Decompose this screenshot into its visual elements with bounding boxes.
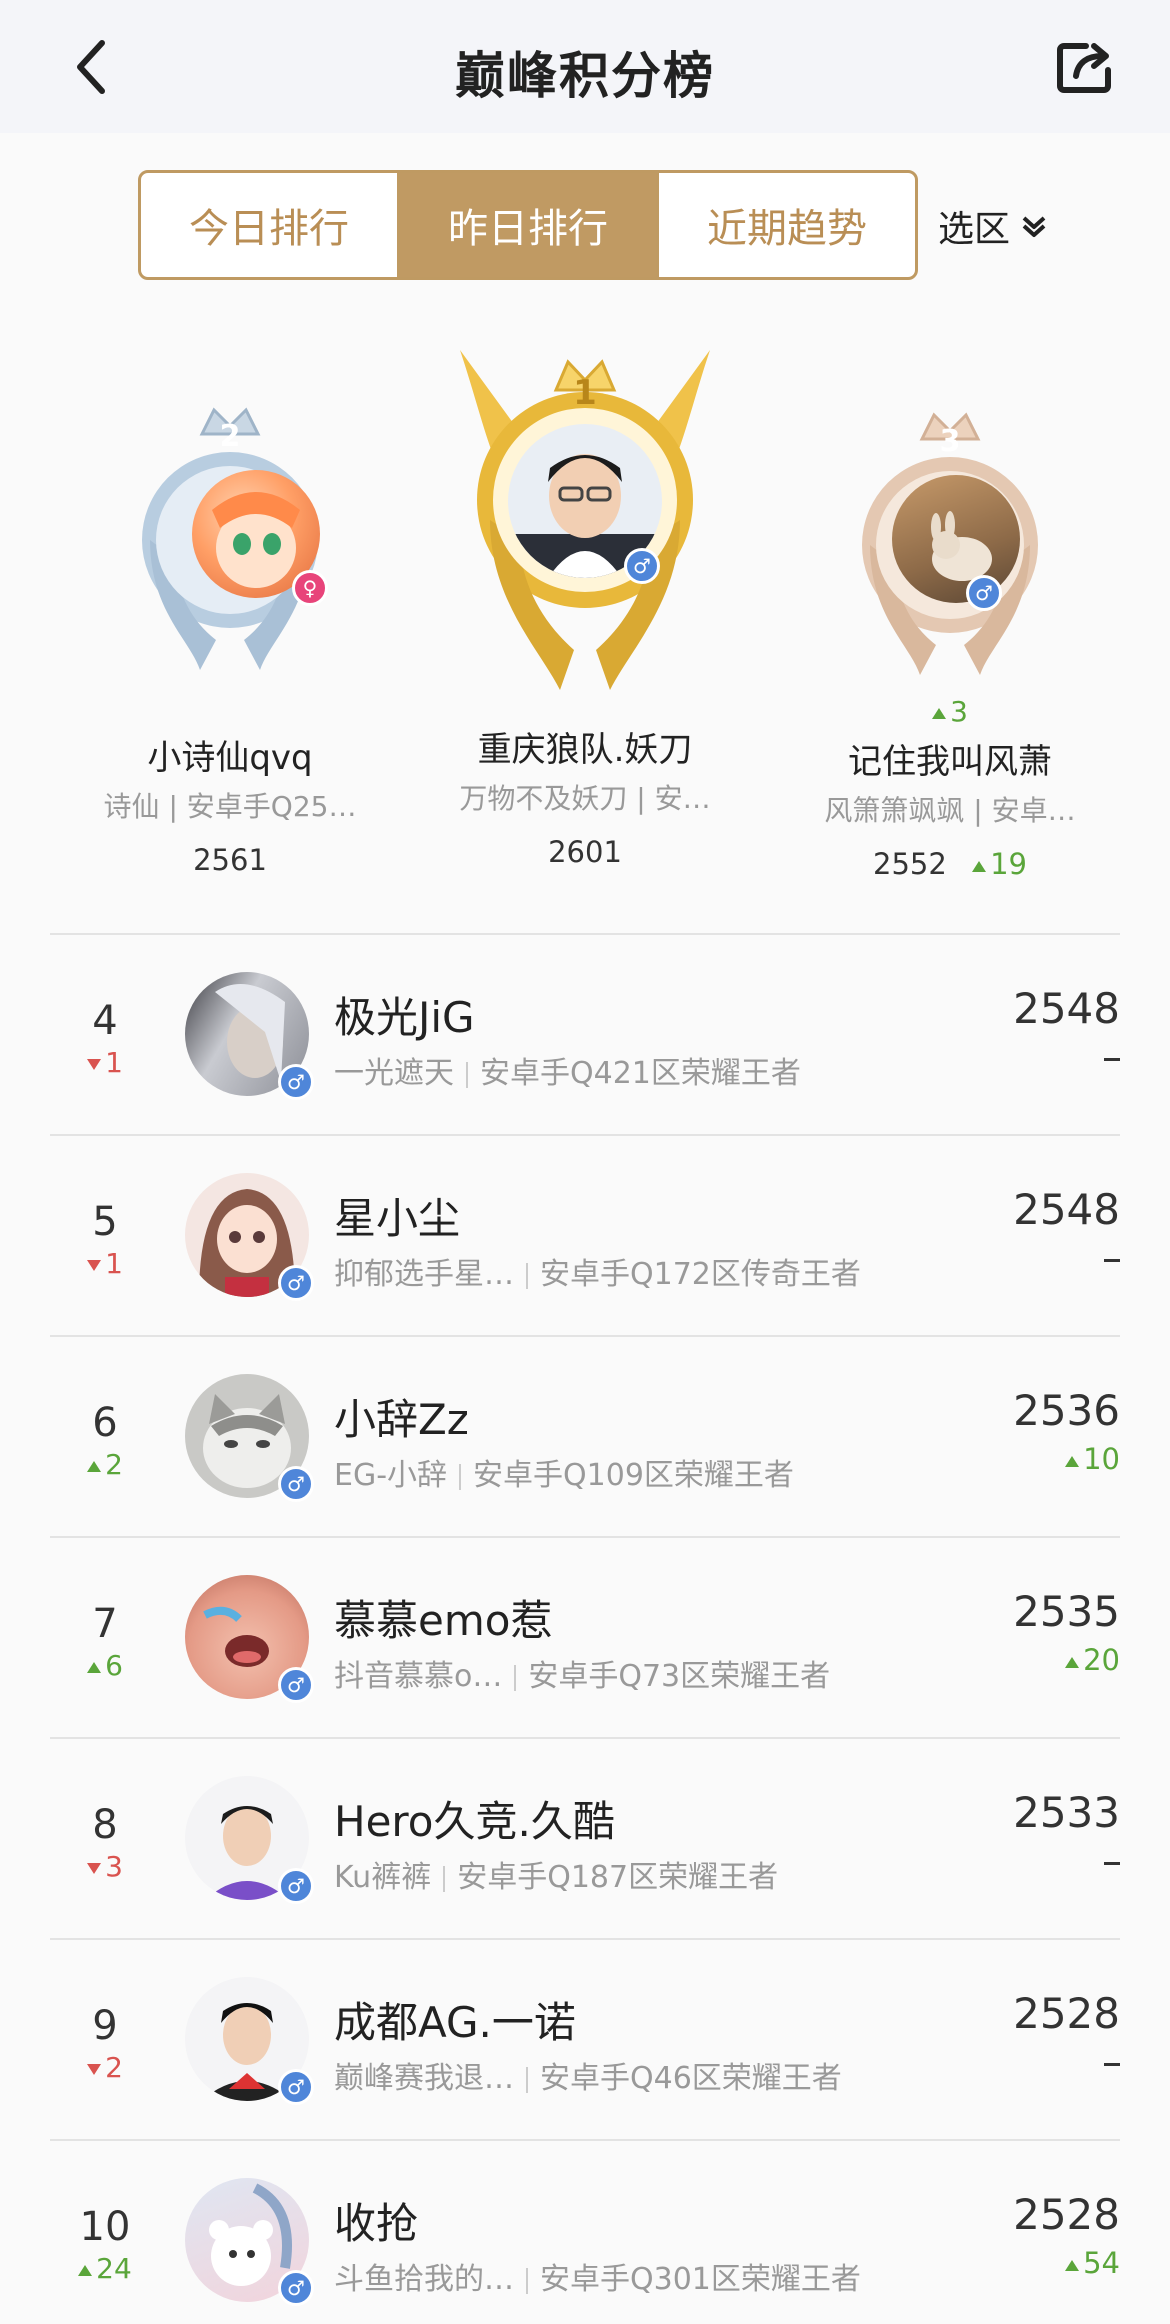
rank-number: 9 [92, 2003, 118, 2049]
rank-number: 5 [92, 1199, 118, 1245]
player-name: Hero久竞.久酷 [334, 1797, 615, 1846]
male-icon: ♂ [278, 2069, 314, 2105]
arrow-up-icon [78, 2264, 93, 2276]
player-score: 2528 [1013, 1989, 1120, 2038]
podium-score: 2561 [193, 843, 267, 877]
arrow-down-icon [87, 1058, 102, 1070]
top-bar: 巅峰积分榜 [0, 0, 1170, 133]
page-title: 巅峰积分榜 [455, 47, 715, 105]
player-info: 抑郁选手星… 安卓手Q172区传奇王者 [334, 1257, 861, 1292]
rank-change-down: 3 [60, 1850, 150, 1883]
podium-subtitle: 万物不及妖刀 | 安… [459, 782, 711, 815]
ranking-tabs: 今日排行 昨日排行 近期趋势 [138, 170, 918, 280]
svg-text:2: 2 [220, 419, 241, 454]
rank-number: 10 [79, 2204, 131, 2250]
podium-name: 重庆狼队.妖刀 [477, 730, 693, 770]
player-score: 2535 [1013, 1587, 1120, 1636]
male-icon: ♂ [278, 2270, 314, 2306]
male-icon: ♂ [278, 1064, 314, 1100]
rank-change-up: 6 [60, 1649, 150, 1682]
score-change: 19 [972, 847, 1027, 881]
arrow-down-icon [87, 1259, 102, 1271]
player-score: 2548 [1013, 1185, 1120, 1234]
podium-score-line: 2552 19 [800, 847, 1100, 881]
podium-name: 记住我叫风萧 [848, 742, 1052, 782]
male-icon: ♂ [278, 1466, 314, 1502]
arrow-up-icon [1065, 2259, 1080, 2271]
rank-change-up: 24 [60, 2252, 150, 2285]
female-icon: ♀ [292, 570, 328, 606]
player-name: 小辞Zz [334, 1395, 469, 1444]
tab-trend[interactable]: 近期趋势 [659, 173, 915, 277]
player-name: 收抢 [334, 2199, 419, 2248]
arrow-down-icon [87, 1862, 102, 1874]
player-name: 慕慕emo惹 [334, 1596, 553, 1645]
podium-subtitle: 诗仙 | 安卓手Q25… [103, 790, 357, 823]
score-trend-up: 54 [1065, 2246, 1120, 2280]
male-icon: ♂ [278, 1265, 314, 1301]
male-icon: ♂ [278, 1868, 314, 1904]
arrow-down-icon [87, 2063, 102, 2075]
score-trend-none [1104, 1844, 1120, 1878]
podium-score: 2601 [548, 835, 622, 869]
player-name: 极光JiG [334, 993, 475, 1042]
arrow-up-icon [87, 1460, 102, 1472]
table-row[interactable]: 5 1 ♂ 星小尘 抑郁选手星… 安卓手Q172区传奇王者 2548 [0, 1135, 1170, 1335]
player-info: EG-小辞 安卓手Q109区荣耀王者 [334, 1458, 794, 1493]
table-row[interactable]: 7 6 ♂ 慕慕emo惹 抖音慕慕o… 安卓手Q73区荣耀王者 2535 20 [0, 1537, 1170, 1737]
score-trend-none [1104, 2045, 1120, 2079]
podium-subtitle: 风箫箫飒飒 | 安卓… [824, 794, 1076, 827]
player-score: 2536 [1013, 1386, 1120, 1435]
rank-change-up: 3 [800, 695, 1100, 728]
player-info: 巅峰赛我退… 安卓手Q46区荣耀王者 [334, 2061, 842, 2096]
player-score: 2548 [1013, 984, 1120, 1033]
arrow-up-icon [1065, 1656, 1080, 1668]
tab-yesterday[interactable]: 昨日排行 [400, 173, 659, 277]
rank-change-up: 2 [60, 1448, 150, 1481]
player-name: 成都AG.一诺 [334, 1998, 576, 2047]
player-info: 抖音慕慕o… 安卓手Q73区荣耀王者 [334, 1659, 831, 1694]
tab-today[interactable]: 今日排行 [141, 173, 400, 277]
region-selector[interactable]: 选区 [938, 196, 1048, 256]
table-row[interactable]: 4 1 ♂ 极光JiG 一光遮天 安卓手Q421区荣耀王者 2548 [0, 934, 1170, 1134]
table-row[interactable]: 9 2 ♂ 成都AG.一诺 巅峰赛我退… 安卓手Q46区荣耀王者 2528 [0, 1939, 1170, 2139]
player-score: 2533 [1013, 1788, 1120, 1837]
score-trend-none [1104, 1040, 1120, 1074]
male-icon: ♂ [278, 1667, 314, 1703]
male-icon: ♂ [624, 548, 660, 584]
region-label: 选区 [938, 209, 1011, 250]
svg-text:3: 3 [940, 424, 961, 459]
rank-number: 7 [92, 1601, 118, 1647]
score-trend-up: 10 [1065, 1442, 1120, 1476]
male-icon: ♂ [966, 575, 1002, 611]
rank-change-down: 2 [60, 2051, 150, 2084]
table-row[interactable]: 10 24 ♂ 收抢 斗鱼拾我的… 安卓手Q301区荣耀王者 2528 54 [0, 2140, 1170, 2324]
score-trend-none [1104, 1241, 1120, 1275]
player-name: 星小尘 [334, 1194, 461, 1243]
rank-number: 4 [92, 998, 118, 1044]
share-icon [1057, 43, 1111, 93]
double-chevron-down-icon [1022, 216, 1046, 237]
arrow-up-icon [972, 860, 987, 872]
player-info: 斗鱼拾我的… 安卓手Q301区荣耀王者 [334, 2262, 861, 2297]
player-info: Ku裤裤 安卓手Q187区荣耀王者 [334, 1860, 779, 1895]
score-trend-up: 20 [1065, 1643, 1120, 1677]
rank-number: 8 [92, 1802, 118, 1848]
table-row[interactable]: 8 3 ♂ Hero久竞.久酷 Ku裤裤 安卓手Q187区荣耀王者 2533 [0, 1738, 1170, 1938]
arrow-up-icon [87, 1661, 102, 1673]
svg-text:1: 1 [573, 373, 597, 413]
avatar [892, 475, 1020, 603]
table-row[interactable]: 6 2 ♂ 小辞Zz EG-小辞 安卓手Q109区荣耀王者 2536 10 [0, 1336, 1170, 1536]
player-score: 2528 [1013, 2190, 1120, 2239]
podium-name: 小诗仙qvq [147, 738, 313, 778]
share-button[interactable] [1054, 36, 1118, 100]
rank-change-down: 1 [60, 1247, 150, 1280]
podium-score: 2552 [873, 847, 947, 881]
arrow-up-icon [932, 707, 947, 719]
player-info: 一光遮天 安卓手Q421区荣耀王者 [334, 1056, 801, 1091]
arrow-up-icon [1065, 1455, 1080, 1467]
rank-number: 6 [92, 1400, 118, 1446]
rank-change-down: 1 [60, 1046, 150, 1079]
